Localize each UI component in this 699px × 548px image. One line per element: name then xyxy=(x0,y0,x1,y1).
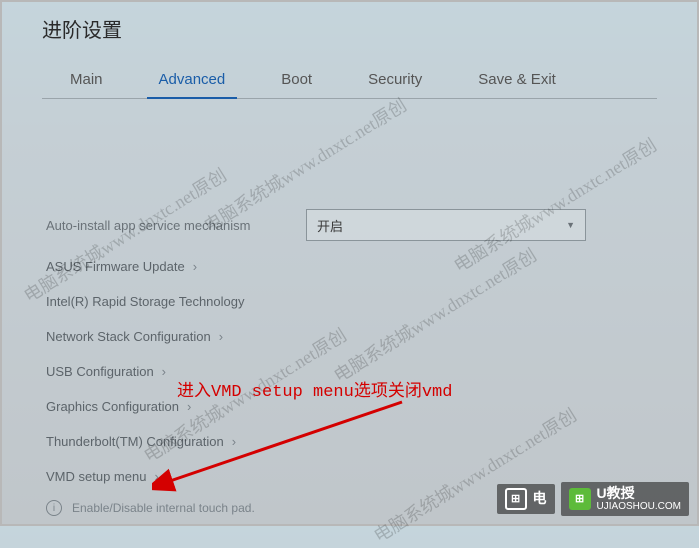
setting-label: Auto-install app service mechanism xyxy=(46,218,306,233)
link-label: Intel(R) Rapid Storage Technology xyxy=(46,294,245,309)
setting-auto-install: Auto-install app service mechanism 开启 xyxy=(46,209,653,241)
help-bar: i Enable/Disable internal touch pad. xyxy=(46,500,255,516)
chevron-right-icon: › xyxy=(193,259,197,274)
tab-security[interactable]: Security xyxy=(340,61,450,98)
annotation-text: 进入VMD setup menu选项关闭vmd xyxy=(177,376,452,402)
link-label: Network Stack Configuration xyxy=(46,329,211,344)
link-asus-firmware[interactable]: ASUS Firmware Update › xyxy=(46,259,653,274)
link-label: Graphics Configuration xyxy=(46,399,179,414)
logo-dnxtc: ⊞ 电 xyxy=(497,484,555,514)
tab-advanced[interactable]: Advanced xyxy=(131,61,254,98)
logo-name: 电 xyxy=(533,491,547,506)
tab-save-exit[interactable]: Save & Exit xyxy=(450,61,584,98)
tab-boot[interactable]: Boot xyxy=(253,61,340,98)
select-value: 开启 xyxy=(317,216,343,235)
link-label: USB Configuration xyxy=(46,364,154,379)
logo-icon: ⊞ xyxy=(505,488,527,510)
chevron-right-icon: › xyxy=(219,329,223,344)
link-label: VMD setup menu xyxy=(46,469,146,484)
auto-install-select[interactable]: 开启 xyxy=(306,209,586,241)
help-text: Enable/Disable internal touch pad. xyxy=(72,501,255,515)
link-network-stack[interactable]: Network Stack Configuration › xyxy=(46,329,653,344)
page-title: 进阶设置 xyxy=(42,14,657,43)
info-icon: i xyxy=(46,500,62,516)
chevron-right-icon: › xyxy=(154,469,158,484)
logo-ujiaoshou: ⊞ U教授 UJIAOSHOU.COM xyxy=(561,482,689,516)
tab-bar: Main Advanced Boot Security Save & Exit xyxy=(42,61,657,99)
link-intel-rst[interactable]: Intel(R) Rapid Storage Technology xyxy=(46,294,653,309)
logo-name: U教授 xyxy=(597,486,681,501)
chevron-right-icon: › xyxy=(162,364,166,379)
logo-sub: UJIAOSHOU.COM xyxy=(597,501,681,512)
watermark-logos: ⊞ 电 ⊞ U教授 UJIAOSHOU.COM xyxy=(497,482,689,516)
chevron-right-icon: › xyxy=(232,434,236,449)
settings-panel: Auto-install app service mechanism 开启 AS… xyxy=(2,99,697,524)
link-thunderbolt-config[interactable]: Thunderbolt(TM) Configuration › xyxy=(46,434,653,449)
tab-main[interactable]: Main xyxy=(42,61,131,98)
link-label: ASUS Firmware Update xyxy=(46,259,185,274)
logo-icon: ⊞ xyxy=(569,488,591,510)
link-label: Thunderbolt(TM) Configuration xyxy=(46,434,224,449)
